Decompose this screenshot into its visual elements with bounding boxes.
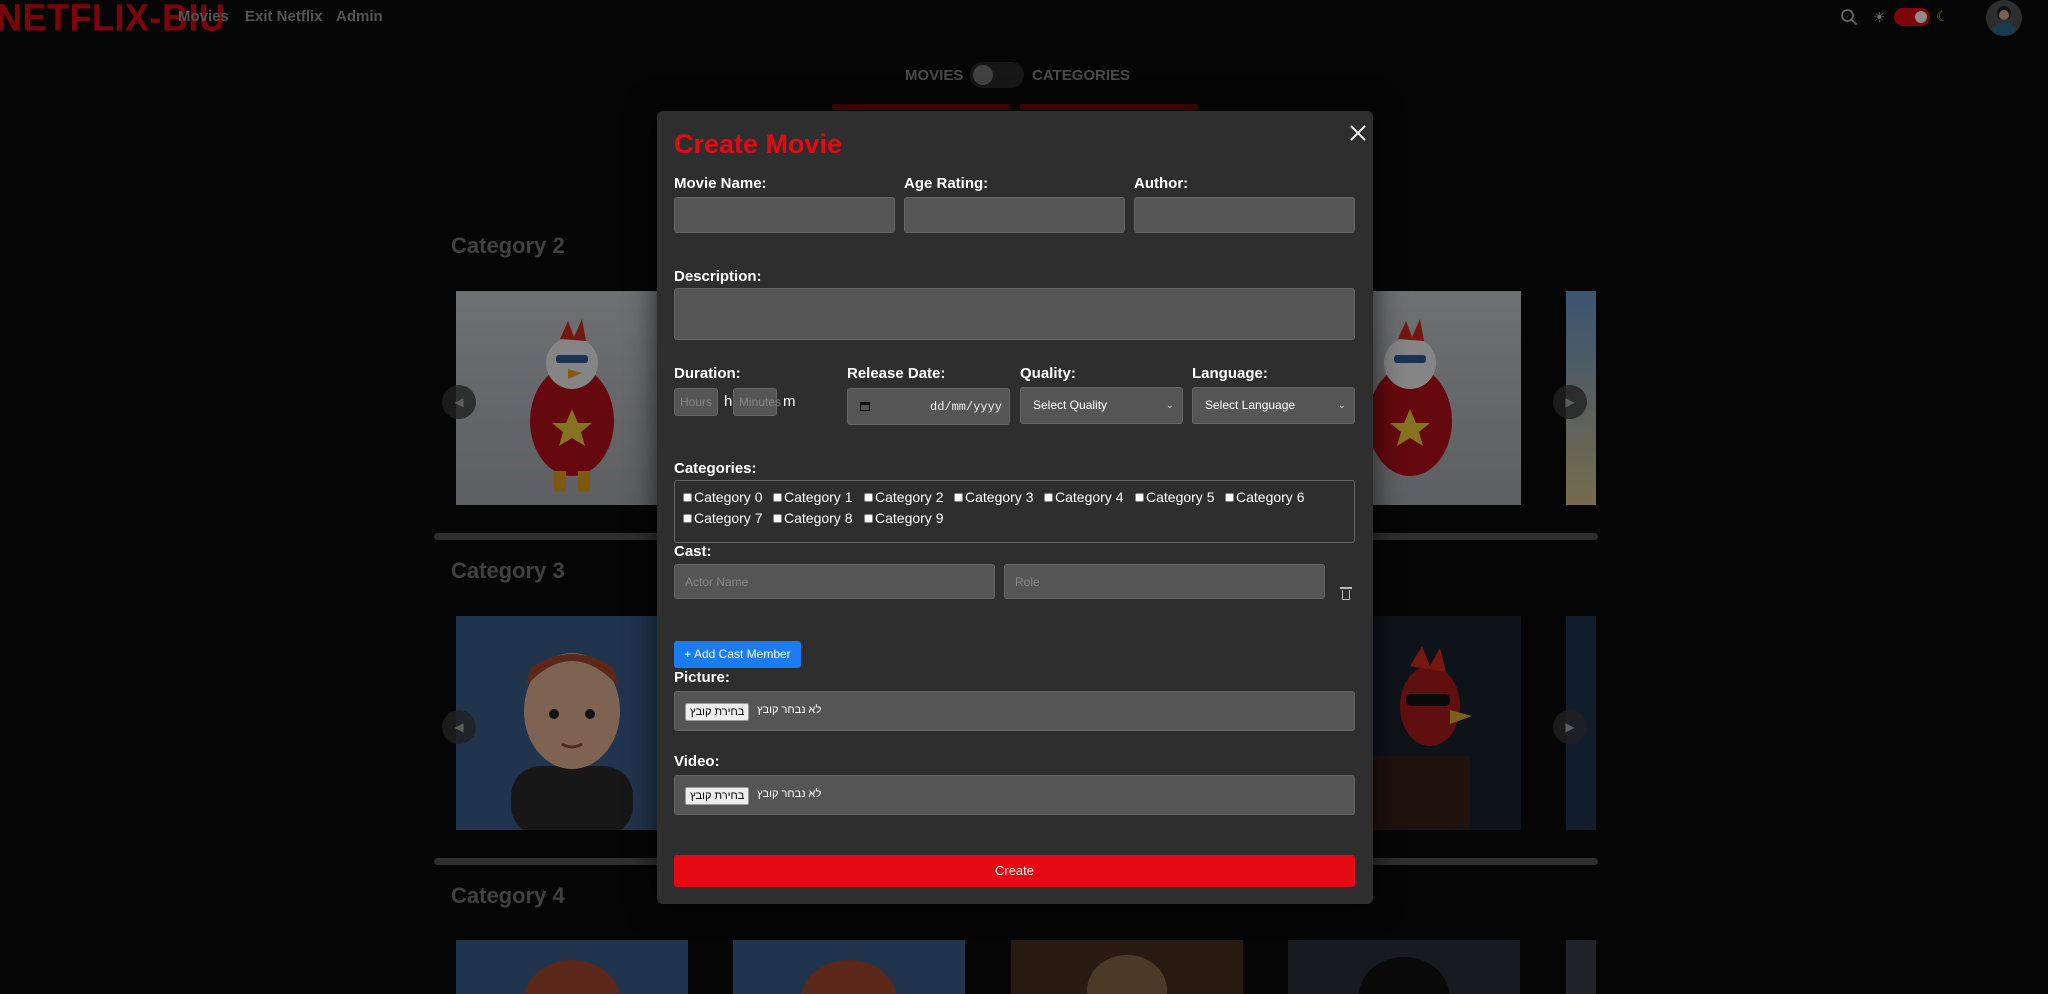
picture-file-input[interactable]: בחירת קובץ לא נבחר קובץ: [674, 691, 1355, 731]
language-select[interactable]: Select Language ⌄: [1192, 387, 1355, 424]
category-checkbox[interactable]: Category 9: [864, 510, 943, 526]
category-checkbox[interactable]: Category 5: [1135, 489, 1214, 505]
add-cast-member-button[interactable]: + Add Cast Member: [674, 641, 801, 668]
category-checkbox[interactable]: Category 1: [773, 489, 852, 505]
movie-name-label: Movie Name:: [674, 175, 767, 192]
language-selected: Select Language: [1205, 398, 1296, 412]
categories-checkbox-group: Category 0 Category 1 Category 2 Categor…: [674, 480, 1355, 543]
category-checkbox[interactable]: Category 6: [1225, 489, 1304, 505]
categories-label: Categories:: [674, 460, 757, 477]
release-date-placeholder: dd/mm/yyyy: [930, 400, 1003, 414]
role-input[interactable]: Role: [1004, 564, 1325, 599]
trash-icon[interactable]: [1340, 587, 1352, 600]
duration-minutes-input[interactable]: Minutes: [733, 388, 781, 416]
minutes-unit: m: [783, 393, 796, 410]
quality-selected: Select Quality: [1033, 398, 1108, 412]
quality-select[interactable]: Select Quality ⌄: [1020, 387, 1183, 424]
category-checkbox[interactable]: Category 0: [683, 489, 762, 505]
description-textarea[interactable]: [674, 288, 1355, 340]
chevron-down-icon: ⌄: [1165, 400, 1174, 411]
category-checkbox[interactable]: Category 7: [683, 510, 762, 526]
video-label: Video:: [674, 753, 720, 770]
age-rating-label: Age Rating:: [904, 175, 989, 192]
category-checkbox[interactable]: Category 3: [954, 489, 1033, 505]
movie-name-input[interactable]: [674, 197, 895, 233]
chevron-down-icon: ⌄: [1337, 400, 1346, 411]
release-date-input[interactable]: dd/mm/yyyy: [847, 388, 1010, 425]
close-icon[interactable]: [1348, 123, 1368, 143]
author-label: Author:: [1134, 175, 1189, 192]
picture-choose-file-button[interactable]: בחירת קובץ: [685, 703, 750, 721]
actor-name-input[interactable]: Actor Name: [674, 564, 995, 599]
picture-label: Picture:: [674, 669, 730, 686]
category-checkbox[interactable]: Category 4: [1044, 489, 1123, 505]
hours-unit: h: [724, 393, 733, 410]
category-checkbox[interactable]: Category 2: [864, 489, 943, 505]
calendar-icon[interactable]: [860, 402, 870, 411]
age-rating-input[interactable]: [904, 197, 1125, 233]
cast-label: Cast:: [674, 543, 712, 560]
duration-label: Duration:: [674, 365, 741, 382]
author-input[interactable]: [1134, 197, 1355, 233]
description-label: Description:: [674, 268, 762, 285]
release-date-label: Release Date:: [847, 365, 946, 382]
duration-hours-input[interactable]: Hours: [674, 388, 718, 416]
video-file-input[interactable]: בחירת קובץ לא נבחר קובץ: [674, 775, 1355, 815]
picture-file-status: לא נבחר קובץ: [757, 704, 822, 716]
category-checkbox[interactable]: Category 8: [773, 510, 852, 526]
video-file-status: לא נבחר קובץ: [757, 788, 822, 800]
quality-label: Quality:: [1020, 365, 1076, 382]
modal-title: Create Movie: [674, 129, 843, 159]
create-button[interactable]: Create: [674, 855, 1355, 887]
video-choose-file-button[interactable]: בחירת קובץ: [685, 787, 750, 805]
create-movie-modal: Create Movie Movie Name: Age Rating: Aut…: [657, 111, 1373, 904]
language-label: Language:: [1192, 365, 1268, 382]
